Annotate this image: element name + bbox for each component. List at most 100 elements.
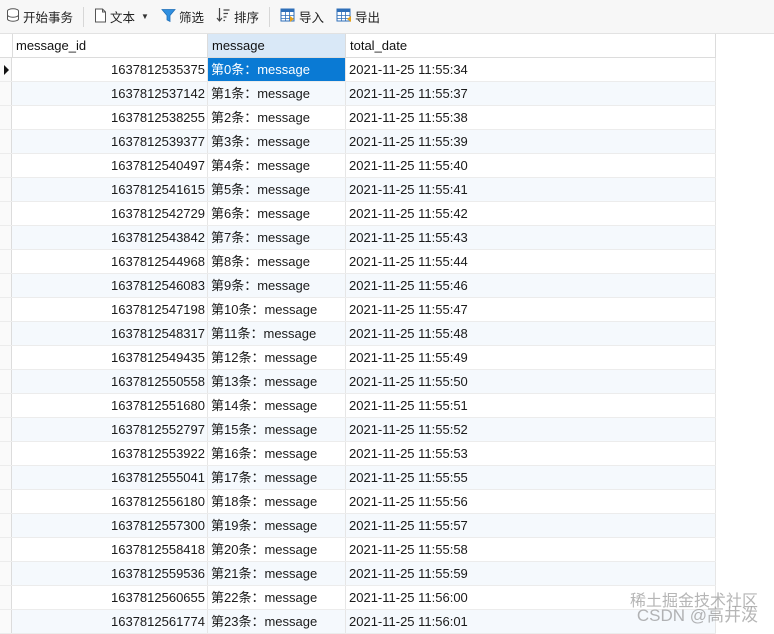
message-id-cell[interactable]: 1637812541615	[12, 178, 208, 201]
message-cell[interactable]: 第17条：message	[208, 466, 346, 489]
row-indicator[interactable]	[0, 82, 12, 105]
message-id-cell[interactable]: 1637812559536	[12, 562, 208, 585]
table-row[interactable]: 1637812539377 第3条：message 2021-11-25 11:55…	[0, 130, 716, 154]
message-cell[interactable]: 第8条：message	[208, 250, 346, 273]
message-cell[interactable]: 第16条：message	[208, 442, 346, 465]
message-cell[interactable]: 第13条：message	[208, 370, 346, 393]
total-date-cell[interactable]: 2021-11-25 11:55:41	[346, 178, 716, 201]
total-date-cell[interactable]: 2021-11-25 11:55:50	[346, 370, 716, 393]
message-cell[interactable]: 第19条：message	[208, 514, 346, 537]
table-row[interactable]: 1637812559536 第21条：message 2021-11-25 11:5…	[0, 562, 716, 586]
text-menu-button[interactable]: 文本 ▼	[88, 0, 155, 34]
sort-button[interactable]: 排序	[210, 0, 265, 34]
table-row[interactable]: 1637812558418 第20条：message 2021-11-25 11:5…	[0, 538, 716, 562]
table-row[interactable]: 1637812540497 第4条：message 2021-11-25 11:55…	[0, 154, 716, 178]
table-row[interactable]: 1637812542729 第6条：message 2021-11-25 11:55…	[0, 202, 716, 226]
table-row[interactable]: 1637812546083 第9条：message 2021-11-25 11:55…	[0, 274, 716, 298]
table-row[interactable]: 1637812555041 第17条：message 2021-11-25 11:5…	[0, 466, 716, 490]
message-id-cell[interactable]: 1637812544968	[12, 250, 208, 273]
table-row[interactable]: 1637812549435 第12条：message 2021-11-25 11:5…	[0, 346, 716, 370]
message-id-cell[interactable]: 1637812537142	[12, 82, 208, 105]
row-indicator[interactable]	[0, 202, 12, 225]
total-date-cell[interactable]: 2021-11-25 11:55:48	[346, 322, 716, 345]
column-header-total-date[interactable]: total_date	[346, 34, 716, 57]
message-id-cell[interactable]: 1637812542729	[12, 202, 208, 225]
total-date-cell[interactable]: 2021-11-25 11:55:56	[346, 490, 716, 513]
total-date-cell[interactable]: 2021-11-25 11:55:46	[346, 274, 716, 297]
row-indicator[interactable]	[0, 538, 12, 561]
table-row[interactable]: 1637812556180 第18条：message 2021-11-25 11:5…	[0, 490, 716, 514]
message-cell[interactable]: 第10条：message	[208, 298, 346, 321]
total-date-cell[interactable]: 2021-11-25 11:55:51	[346, 394, 716, 417]
table-row[interactable]: 1637812561774 第23条：message 2021-11-25 11:5…	[0, 610, 716, 634]
total-date-cell[interactable]: 2021-11-25 11:55:38	[346, 106, 716, 129]
message-id-cell[interactable]: 1637812553922	[12, 442, 208, 465]
row-indicator[interactable]	[0, 274, 12, 297]
begin-transaction-button[interactable]: 开始事务	[0, 0, 79, 34]
message-cell[interactable]: 第22条：message	[208, 586, 346, 609]
table-row[interactable]: 1637812560655 第22条：message 2021-11-25 11:5…	[0, 586, 716, 610]
table-row[interactable]: 1637812535375 第0条：message 2021-11-25 11:55…	[0, 58, 716, 82]
total-date-cell[interactable]: 2021-11-25 11:55:52	[346, 418, 716, 441]
message-id-cell[interactable]: 1637812561774	[12, 610, 208, 633]
message-id-cell[interactable]: 1637812549435	[12, 346, 208, 369]
total-date-cell[interactable]: 2021-11-25 11:55:58	[346, 538, 716, 561]
row-indicator[interactable]	[0, 466, 12, 489]
table-row[interactable]: 1637812553922 第16条：message 2021-11-25 11:5…	[0, 442, 716, 466]
message-id-cell[interactable]: 1637812538255	[12, 106, 208, 129]
message-cell[interactable]: 第0条：message	[208, 58, 346, 81]
table-row[interactable]: 1637812547198 第10条：message 2021-11-25 11:5…	[0, 298, 716, 322]
total-date-cell[interactable]: 2021-11-25 11:55:47	[346, 298, 716, 321]
message-cell[interactable]: 第12条：message	[208, 346, 346, 369]
total-date-cell[interactable]: 2021-11-25 11:55:39	[346, 130, 716, 153]
message-cell[interactable]: 第2条：message	[208, 106, 346, 129]
message-cell[interactable]: 第5条：message	[208, 178, 346, 201]
row-indicator[interactable]	[0, 250, 12, 273]
total-date-cell[interactable]: 2021-11-25 11:55:34	[346, 58, 716, 81]
message-cell[interactable]: 第7条：message	[208, 226, 346, 249]
table-row[interactable]: 1637812541615 第5条：message 2021-11-25 11:55…	[0, 178, 716, 202]
message-id-cell[interactable]: 1637812555041	[12, 466, 208, 489]
row-indicator[interactable]	[0, 610, 12, 633]
table-row[interactable]: 1637812538255 第2条：message 2021-11-25 11:55…	[0, 106, 716, 130]
message-id-cell[interactable]: 1637812557300	[12, 514, 208, 537]
row-indicator[interactable]	[0, 418, 12, 441]
total-date-cell[interactable]: 2021-11-25 11:55:49	[346, 346, 716, 369]
total-date-cell[interactable]: 2021-11-25 11:55:40	[346, 154, 716, 177]
message-cell[interactable]: 第18条：message	[208, 490, 346, 513]
table-row[interactable]: 1637812550558 第13条：message 2021-11-25 11:5…	[0, 370, 716, 394]
row-indicator[interactable]	[0, 586, 12, 609]
row-indicator[interactable]	[0, 322, 12, 345]
row-indicator[interactable]	[0, 58, 12, 81]
total-date-cell[interactable]: 2021-11-25 11:55:42	[346, 202, 716, 225]
total-date-cell[interactable]: 2021-11-25 11:55:43	[346, 226, 716, 249]
row-indicator[interactable]	[0, 226, 12, 249]
message-cell[interactable]: 第4条：message	[208, 154, 346, 177]
row-indicator[interactable]	[0, 298, 12, 321]
message-id-cell[interactable]: 1637812550558	[12, 370, 208, 393]
table-row[interactable]: 1637812543842 第7条：message 2021-11-25 11:55…	[0, 226, 716, 250]
table-row[interactable]: 1637812552797 第15条：message 2021-11-25 11:5…	[0, 418, 716, 442]
export-button[interactable]: 导出	[330, 0, 386, 34]
row-indicator[interactable]	[0, 106, 12, 129]
message-cell[interactable]: 第14条：message	[208, 394, 346, 417]
row-indicator[interactable]	[0, 370, 12, 393]
message-id-cell[interactable]: 1637812560655	[12, 586, 208, 609]
message-id-cell[interactable]: 1637812546083	[12, 274, 208, 297]
message-id-cell[interactable]: 1637812543842	[12, 226, 208, 249]
message-id-cell[interactable]: 1637812539377	[12, 130, 208, 153]
row-indicator[interactable]	[0, 490, 12, 513]
message-cell[interactable]: 第11条：message	[208, 322, 346, 345]
row-indicator[interactable]	[0, 562, 12, 585]
total-date-cell[interactable]: 2021-11-25 11:55:44	[346, 250, 716, 273]
row-indicator[interactable]	[0, 394, 12, 417]
column-header-message-id[interactable]: message_id	[12, 34, 208, 57]
row-indicator[interactable]	[0, 154, 12, 177]
message-id-cell[interactable]: 1637812548317	[12, 322, 208, 345]
message-cell[interactable]: 第3条：message	[208, 130, 346, 153]
filter-button[interactable]: 筛选	[155, 0, 210, 34]
message-cell[interactable]: 第9条：message	[208, 274, 346, 297]
message-cell[interactable]: 第15条：message	[208, 418, 346, 441]
message-cell[interactable]: 第20条：message	[208, 538, 346, 561]
message-id-cell[interactable]: 1637812551680	[12, 394, 208, 417]
